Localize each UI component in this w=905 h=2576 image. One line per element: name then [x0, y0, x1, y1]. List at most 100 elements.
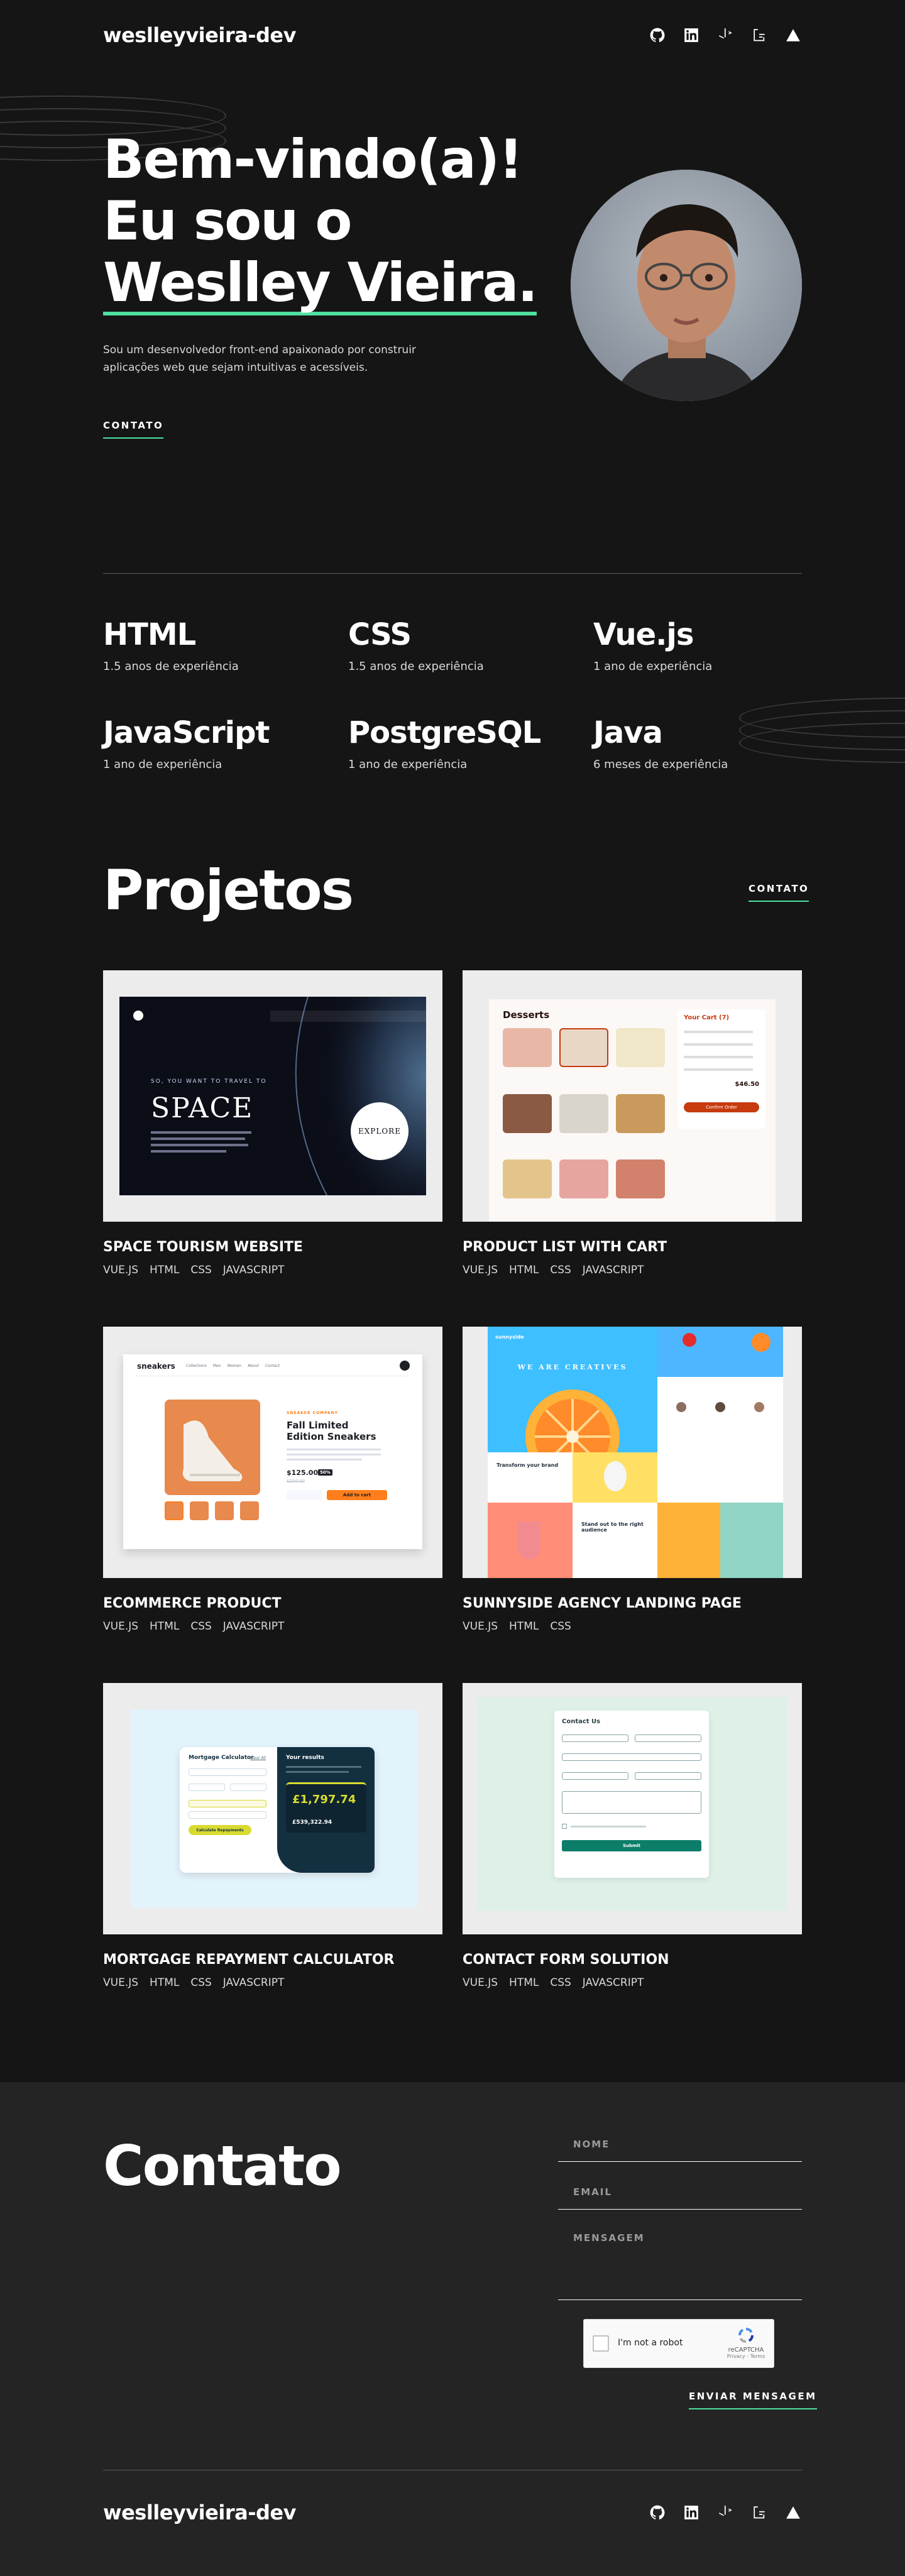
sneakers-discount: 50% — [318, 1469, 332, 1476]
results-text-line — [286, 1771, 349, 1773]
project-thumbnail[interactable]: Mortgage Calculator Clear All Calculate … — [103, 1683, 442, 1934]
project-title[interactable]: CONTACT FORM SOLUTION — [463, 1952, 802, 1968]
quantity-stepper-mock — [287, 1490, 322, 1500]
top-navbar: weslleyvieira-dev — [103, 23, 802, 48]
message-textarea[interactable] — [558, 2232, 802, 2299]
sneakers-company: SNEAKER COMPANY — [287, 1411, 338, 1415]
project-title[interactable]: PRODUCT LIST WITH CART — [463, 1239, 802, 1255]
name-input[interactable] — [558, 2139, 802, 2161]
site-logo[interactable]: weslleyvieira-dev — [103, 23, 296, 47]
linkedin-icon[interactable] — [683, 2504, 700, 2521]
send-message-button[interactable]: ENVIAR MENSAGEM — [689, 2391, 817, 2409]
dessert-photo — [503, 1093, 552, 1133]
space-explore-button: EXPLORE — [351, 1102, 409, 1160]
footer-logo[interactable]: weslleyvieira-dev — [103, 2501, 296, 2524]
project-card-ecommerce[interactable]: sneakers Collections Men Women About Con… — [103, 1327, 442, 1633]
skill-experience: 1 ano de experiência — [103, 758, 222, 771]
recaptcha-brand: reCAPTCHA Privacy - Terms — [726, 2326, 766, 2359]
vercel-icon[interactable] — [784, 2504, 802, 2521]
calculate-button-mock: Calculate Repayments — [189, 1825, 251, 1835]
project-card-product-list[interactable]: Desserts Your Cart (7) $46.50 Confirm Or… — [463, 970, 802, 1276]
project-card-sunnyside[interactable]: sunnyside WE ARE CREATIVES Transform you… — [463, 1327, 802, 1633]
form-radio-mock — [635, 1772, 701, 1780]
form-checkbox-mock — [562, 1824, 567, 1829]
sneakers-nav: Collections Men Women About Contact — [186, 1364, 280, 1368]
skill-name: HTML — [103, 617, 196, 652]
confirm-order-button: Confirm Order — [684, 1102, 759, 1112]
contact-heading: Contato — [103, 2134, 342, 2198]
linkedin-icon[interactable] — [683, 26, 700, 44]
project-thumbnail[interactable]: sunnyside WE ARE CREATIVES Transform you… — [463, 1327, 802, 1578]
tag: CSS — [550, 1620, 571, 1633]
sunnyside-block-title: Transform your brand — [496, 1462, 559, 1468]
mortgage-input-mock — [189, 1784, 225, 1791]
cart-line — [684, 1043, 753, 1046]
monthly-payment: £1,797.74 — [292, 1793, 356, 1806]
email-input[interactable] — [558, 2186, 802, 2209]
tag: CSS — [190, 1620, 212, 1633]
hero-contact-button[interactable]: CONTATO — [103, 420, 164, 439]
sneaker-thumbnails — [165, 1501, 259, 1520]
mortgage-input-mock — [189, 1768, 266, 1776]
form-consent-line — [571, 1826, 646, 1828]
tag: VUE.JS — [103, 1620, 139, 1633]
skill-experience: 6 meses de experiência — [593, 758, 728, 771]
project-title[interactable]: SPACE TOURISM WEBSITE — [103, 1239, 442, 1255]
sunnyside-block-title: Stand out to the right audience — [581, 1521, 644, 1533]
desserts-title: Desserts — [503, 1009, 550, 1021]
space-kicker: SO, YOU WANT TO TRAVEL TO — [151, 1078, 267, 1085]
project-title[interactable]: SUNNYSIDE AGENCY LANDING PAGE — [463, 1596, 802, 1611]
icecream-block — [720, 1503, 783, 1578]
recaptcha-links[interactable]: Privacy - Terms — [726, 2354, 766, 2359]
codepen-icon[interactable] — [750, 26, 768, 44]
contact-form-mockup: Contact Us Submit — [478, 1697, 787, 1910]
project-title[interactable]: MORTGAGE REPAYMENT CALCULATOR — [103, 1952, 442, 1968]
project-thumbnail[interactable]: sneakers Collections Men Women About Con… — [103, 1327, 442, 1578]
orange-block — [657, 1503, 720, 1578]
project-card-space-tourism[interactable]: SO, YOU WANT TO TRAVEL TO SPACE EXPLORE … — [103, 970, 442, 1276]
project-thumbnail[interactable]: Desserts Your Cart (7) $46.50 Confirm Or… — [463, 970, 802, 1222]
footer: weslleyvieira-dev — [103, 2500, 802, 2525]
project-thumbnail[interactable]: SO, YOU WANT TO TRAVEL TO SPACE EXPLORE — [103, 970, 442, 1222]
vercel-icon[interactable] — [784, 26, 802, 44]
codepen-icon[interactable] — [750, 2504, 768, 2521]
github-icon[interactable] — [649, 2504, 666, 2521]
mortgage-mockup: Mortgage Calculator Clear All Calculate … — [131, 1709, 417, 1908]
recaptcha-icon — [738, 2328, 754, 2343]
hero-name: Weslley Vieira. — [103, 251, 538, 315]
skill-name: CSS — [348, 617, 412, 652]
project-card-contact-form[interactable]: Contact Us Submit CONTACT FORM SOLUTION … — [463, 1683, 802, 1989]
cup-block — [488, 1503, 573, 1578]
tag: JAVASCRIPT — [582, 1264, 644, 1276]
skill-experience: 1 ano de experiência — [593, 660, 713, 673]
skill-experience: 1.5 anos de experiência — [103, 660, 239, 673]
project-thumbnail[interactable]: Contact Us Submit — [463, 1683, 802, 1934]
tag: JAVASCRIPT — [582, 1976, 644, 1989]
project-tags: VUE.JS HTML CSS — [463, 1620, 802, 1633]
sunnyside-testimonials — [657, 1377, 783, 1503]
form-input-mock — [635, 1735, 701, 1742]
recaptcha-widget: I'm not a robot reCAPTCHA Privacy - Term… — [583, 2319, 774, 2368]
github-icon[interactable] — [649, 26, 666, 44]
tag: VUE.JS — [463, 1264, 498, 1276]
profile-photo — [571, 170, 802, 401]
tag: HTML — [150, 1976, 180, 1989]
mortgage-input-mock — [230, 1784, 266, 1791]
project-card-mortgage[interactable]: Mortgage Calculator Clear All Calculate … — [103, 1683, 442, 1989]
frontend-mentor-icon[interactable] — [716, 2504, 734, 2521]
tag: VUE.JS — [463, 1620, 498, 1633]
form-input-mock — [562, 1735, 628, 1742]
frontend-mentor-icon[interactable] — [716, 26, 734, 44]
cherry — [683, 1333, 696, 1347]
skill-html: HTML 1.5 anos de experiência — [103, 617, 239, 673]
tag: VUE.JS — [103, 1976, 139, 1989]
sneakers-avatar — [400, 1361, 410, 1371]
testimonial-avatar — [754, 1402, 764, 1412]
dessert-photo — [559, 1028, 608, 1067]
project-title[interactable]: ECOMMERCE PRODUCT — [103, 1596, 442, 1611]
recaptcha-checkbox[interactable] — [593, 2335, 609, 2352]
tag: CSS — [550, 1976, 571, 1989]
cart-panel: Your Cart (7) $46.50 Confirm Order — [677, 1009, 765, 1129]
testimonial-avatar — [676, 1402, 686, 1412]
projects-contact-button[interactable]: CONTATO — [749, 883, 809, 902]
